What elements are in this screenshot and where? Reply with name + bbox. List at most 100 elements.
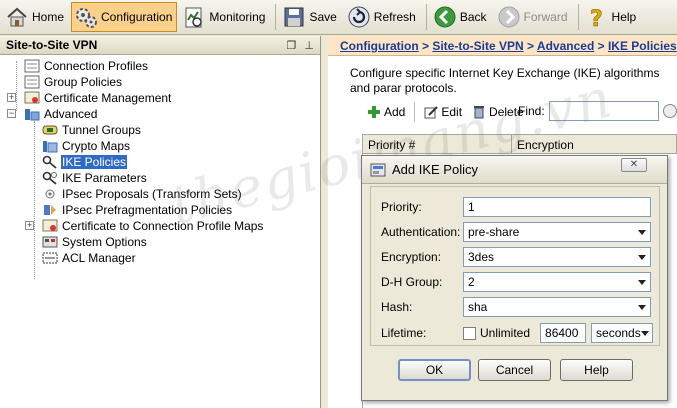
- hash-row: Hash: sha: [381, 297, 651, 317]
- forward-button[interactable]: Forward: [494, 2, 573, 32]
- certificate-map-icon: [42, 219, 58, 233]
- refresh-icon: [347, 5, 371, 29]
- tree-item-ike-parameters[interactable]: IKE Parameters: [0, 170, 320, 186]
- float-panel-icon[interactable]: ❐: [287, 39, 297, 52]
- dropdown-arrow-icon: [638, 254, 646, 260]
- monitoring-icon: [182, 5, 206, 29]
- back-button[interactable]: Back: [430, 2, 492, 32]
- unlimited-checkbox[interactable]: [463, 326, 476, 340]
- tree-item-acl-manager[interactable]: ACL Manager: [0, 250, 320, 266]
- edit-button[interactable]: Edit: [419, 101, 467, 123]
- priority-input[interactable]: 1: [463, 197, 651, 217]
- cancel-button[interactable]: Cancel: [478, 359, 551, 381]
- encryption-label: Encryption:: [381, 250, 442, 264]
- expand-plus-icon[interactable]: +: [25, 221, 34, 230]
- dialog-titlebar: Add IKE Policy ✕: [362, 156, 667, 184]
- dialog-form: Priority: 1 Authentication: pre-share En…: [370, 186, 660, 346]
- home-button[interactable]: Home: [2, 2, 69, 32]
- toolbar-separator: [414, 102, 416, 122]
- back-label: Back: [459, 10, 487, 24]
- breadcrumb-ike-policies[interactable]: IKE Policies: [608, 39, 677, 53]
- lifetime-unit-select[interactable]: seconds: [591, 323, 654, 343]
- hash-select[interactable]: sha: [463, 297, 651, 317]
- tree-item-tunnel-groups[interactable]: Tunnel Groups: [0, 122, 320, 138]
- authentication-label: Authentication:: [381, 225, 461, 239]
- find-options-icon[interactable]: [662, 104, 677, 118]
- lifetime-row: Lifetime: Unlimited 86400 seconds: [381, 323, 654, 343]
- tree-item-ipsec-prefragmentation[interactable]: IPsec Prefragmentation Policies: [0, 202, 320, 218]
- encryption-select[interactable]: 3des: [463, 247, 651, 267]
- connection-profiles-icon: [24, 59, 40, 73]
- breadcrumb-advanced[interactable]: Advanced: [537, 39, 594, 53]
- column-priority[interactable]: Priority #: [363, 135, 513, 153]
- acl-manager-icon: [42, 251, 58, 265]
- collapse-minus-icon[interactable]: −: [7, 109, 16, 118]
- breadcrumb: Configuration > Site-to-Site VPN > Advan…: [328, 36, 677, 56]
- tree-item-connection-profiles[interactable]: Connection Profiles: [0, 58, 320, 74]
- tree-item-crypto-maps[interactable]: Crypto Maps: [0, 138, 320, 154]
- monitoring-label: Monitoring: [209, 10, 266, 24]
- tree-item-ike-policies[interactable]: IKE Policies: [0, 154, 320, 170]
- tree-item-advanced[interactable]: − Advanced: [0, 106, 320, 122]
- authentication-row: Authentication: pre-share: [381, 222, 651, 242]
- gears-icon: [74, 5, 98, 29]
- breadcrumb-site-to-site-vpn[interactable]: Site-to-Site VPN: [432, 39, 523, 53]
- edit-pencil-icon: [424, 105, 439, 119]
- save-label: Save: [309, 10, 337, 24]
- home-label: Home: [32, 10, 65, 24]
- tree-item-certificate-management[interactable]: + Certificate Management: [0, 90, 320, 106]
- dh-group-row: D-H Group: 2: [381, 272, 651, 292]
- page-description: Configure specific Internet Key Exchange…: [350, 66, 660, 95]
- close-icon[interactable]: ✕: [621, 158, 647, 172]
- ike-policies-table-header: Priority # Encryption: [362, 134, 677, 154]
- tree-item-system-options[interactable]: System Options: [0, 234, 320, 250]
- dialog-help-button[interactable]: Help: [560, 359, 633, 381]
- refresh-button[interactable]: Refresh: [344, 2, 421, 32]
- tree-item-group-policies[interactable]: Group Policies: [0, 74, 320, 90]
- system-options-icon: [42, 235, 58, 249]
- prefragmentation-icon: [42, 203, 58, 217]
- add-button[interactable]: Add: [362, 101, 410, 123]
- encryption-row: Encryption: 3des: [381, 247, 651, 267]
- monitoring-button[interactable]: Monitoring: [179, 2, 270, 32]
- add-ike-policy-dialog: Add IKE Policy ✕ Priority: 1 Authenticat…: [361, 155, 668, 401]
- question-mark-icon: ?: [585, 5, 609, 33]
- navigation-tree: Connection Profiles Group Policies + Cer…: [0, 55, 320, 279]
- dh-group-label: D-H Group:: [381, 275, 443, 289]
- help-button[interactable]: ? Help: [582, 2, 642, 33]
- find-input[interactable]: [548, 101, 659, 121]
- toolbar-separator: [425, 4, 427, 30]
- hash-label: Hash:: [381, 300, 413, 314]
- save-button[interactable]: Save: [279, 2, 341, 32]
- toolbar-separator: [577, 4, 579, 30]
- crypto-maps-icon: [42, 139, 58, 153]
- unlimited-label: Unlimited: [480, 326, 531, 340]
- configuration-button[interactable]: Configuration: [71, 2, 178, 32]
- lifetime-input[interactable]: 86400: [540, 323, 587, 343]
- column-encryption[interactable]: Encryption: [512, 135, 676, 153]
- pin-icon[interactable]: ⊥: [304, 39, 314, 52]
- configuration-label: Configuration: [101, 10, 173, 24]
- trash-icon: [472, 105, 486, 119]
- dropdown-arrow-icon: [638, 229, 646, 235]
- breadcrumb-configuration[interactable]: Configuration: [340, 39, 419, 53]
- forward-label: Forward: [523, 10, 568, 24]
- authentication-select[interactable]: pre-share: [463, 222, 651, 242]
- lifetime-label: Lifetime:: [381, 326, 427, 340]
- tree-item-ipsec-proposals[interactable]: IPsec Proposals (Transform Sets): [0, 186, 320, 202]
- refresh-label: Refresh: [373, 10, 416, 24]
- dh-group-select[interactable]: 2: [463, 272, 651, 292]
- priority-label: Priority:: [381, 200, 422, 214]
- floppy-disk-icon: [282, 5, 306, 29]
- left-navigation-panel: Site-to-Site VPN ❐ ⊥ Connection Profiles…: [0, 36, 321, 408]
- group-policies-icon: [24, 75, 40, 89]
- advanced-icon: [24, 107, 40, 121]
- tree-item-cert-to-profile-maps[interactable]: + Certificate to Connection Profile Maps: [0, 218, 320, 234]
- dropdown-arrow-icon: [640, 330, 649, 336]
- panel-header: Site-to-Site VPN ❐ ⊥: [0, 36, 320, 55]
- dialog-title: Add IKE Policy: [392, 162, 478, 177]
- transform-set-icon: [42, 187, 58, 201]
- expand-plus-icon[interactable]: +: [7, 93, 16, 102]
- ok-button[interactable]: OK: [398, 359, 471, 381]
- find-label: Find:: [518, 104, 545, 118]
